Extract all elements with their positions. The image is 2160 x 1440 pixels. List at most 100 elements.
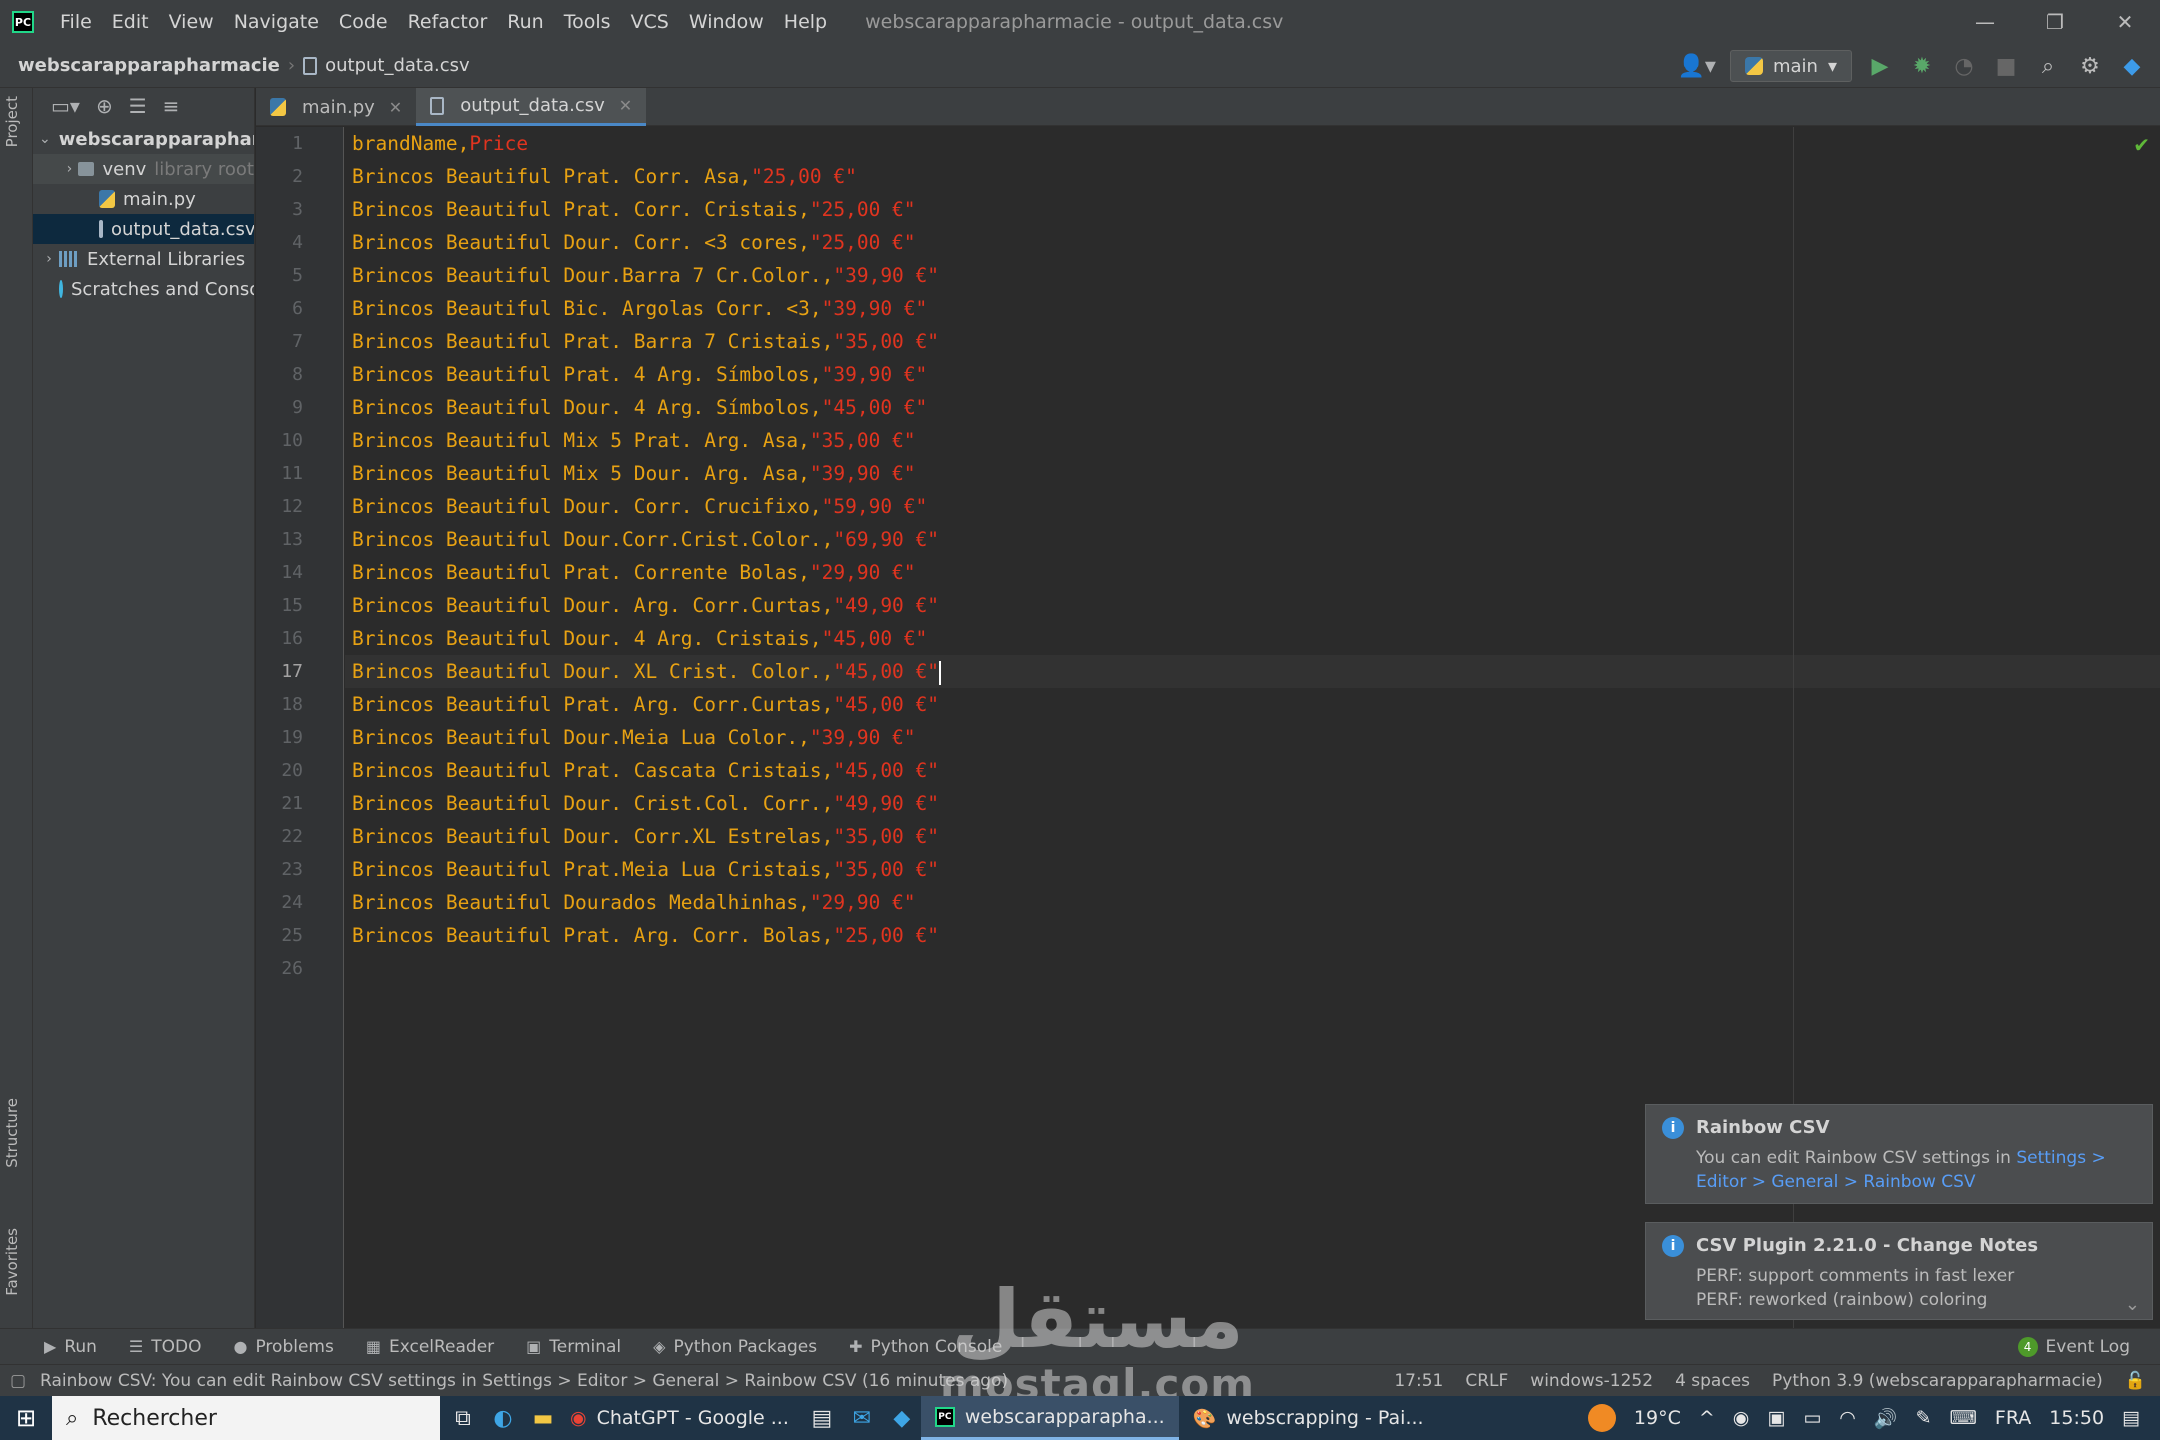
keyboard-icon[interactable]: ⌨: [1949, 1407, 1976, 1429]
taskbar-search[interactable]: ⌕ Rechercher: [52, 1396, 440, 1440]
file-explorer-icon[interactable]: ▬: [530, 1406, 556, 1431]
user-icon[interactable]: 👤▾: [1678, 54, 1716, 79]
status-message[interactable]: Rainbow CSV: You can edit Rainbow CSV se…: [40, 1371, 1008, 1391]
battery-icon[interactable]: ▭: [1803, 1407, 1821, 1429]
notification-csv-plugin[interactable]: i CSV Plugin 2.21.0 - Change Notes PERF:…: [1645, 1222, 2153, 1320]
expand-all-icon[interactable]: ☰: [129, 94, 147, 118]
close-window-button[interactable]: ✕: [2090, 0, 2160, 44]
tool-tab-excelreader[interactable]: ▦ ExcelReader: [350, 1337, 510, 1357]
code-line[interactable]: Brincos Beautiful Prat.Meia Lua Cristais…: [345, 853, 2160, 886]
collapse-all-icon[interactable]: ≡: [163, 94, 180, 118]
code-line[interactable]: Brincos Beautiful Prat. Arg. Corr. Bolas…: [345, 919, 2160, 952]
code-line[interactable]: Brincos Beautiful Prat. Corr. Cristais,"…: [345, 193, 2160, 226]
tool-tab-terminal[interactable]: ▣ Terminal: [510, 1337, 637, 1357]
pen-icon[interactable]: ✎: [1916, 1407, 1932, 1429]
notifications-icon[interactable]: ▤: [2122, 1407, 2140, 1429]
meet-icon[interactable]: ▣: [1767, 1407, 1785, 1429]
stop-icon[interactable]: ■: [1992, 54, 2020, 79]
code-line[interactable]: Brincos Beautiful Prat. Corrente Bolas,"…: [345, 556, 2160, 589]
debug-icon[interactable]: ✹: [1908, 54, 1936, 79]
tree-root[interactable]: ⌄ webscarapparapharmacie: [33, 124, 254, 154]
menu-run[interactable]: Run: [497, 0, 553, 44]
mail-icon[interactable]: ✉: [849, 1406, 875, 1431]
code-line[interactable]: Brincos Beautiful Dour. Arg. Corr.Curtas…: [345, 589, 2160, 622]
store-icon[interactable]: ▤: [809, 1406, 835, 1431]
toggle-tool-windows-icon[interactable]: ▢: [10, 1371, 26, 1391]
close-icon[interactable]: ✕: [619, 96, 632, 115]
taskbar-chrome[interactable]: ◉ ChatGPT - Google ...: [556, 1396, 803, 1440]
no-problems-check-icon[interactable]: ✔: [2133, 133, 2150, 157]
weather-icon[interactable]: [1587, 1404, 1616, 1432]
search-icon[interactable]: ⌕: [2034, 54, 2062, 79]
chevron-down-icon[interactable]: ⌄: [2125, 1294, 2140, 1315]
code-line[interactable]: Brincos Beautiful Dour. Corr. Crucifixo,…: [345, 490, 2160, 523]
close-icon[interactable]: ✕: [389, 98, 402, 117]
indent-setting[interactable]: 4 spaces: [1675, 1371, 1750, 1391]
code-line[interactable]: Brincos Beautiful Dour.Meia Lua Color.,"…: [345, 721, 2160, 754]
code-line[interactable]: Brincos Beautiful Dourados Medalhinhas,"…: [345, 886, 2160, 919]
run-config-selector[interactable]: main ▾: [1729, 50, 1852, 82]
tool-tab-todo[interactable]: ☰ TODO: [113, 1337, 218, 1357]
project-tool-tab[interactable]: Project: [3, 96, 21, 147]
python-interpreter[interactable]: Python 3.9 (webscarapparapharmacie): [1772, 1371, 2103, 1391]
menu-window[interactable]: Window: [679, 0, 774, 44]
tool-tab-run[interactable]: ▶ Run: [0, 1337, 113, 1357]
caret-position[interactable]: 17:51: [1394, 1371, 1443, 1391]
breadcrumb-project[interactable]: webscarapparapharmacie: [18, 55, 280, 76]
event-log-button[interactable]: 4 Event Log: [2017, 1336, 2130, 1357]
volume-icon[interactable]: 🔊: [1874, 1407, 1898, 1430]
taskbar-paint[interactable]: 🎨 webscrapping - Pai...: [1179, 1396, 1438, 1440]
vscode-icon[interactable]: ◆: [889, 1406, 915, 1431]
code-line[interactable]: Brincos Beautiful Dour. 4 Arg. Cristais,…: [345, 622, 2160, 655]
code-line[interactable]: Brincos Beautiful Dour. 4 Arg. Símbolos,…: [345, 391, 2160, 424]
menu-file[interactable]: File: [50, 0, 102, 44]
code-line[interactable]: Brincos Beautiful Dour. XL Crist. Color.…: [345, 655, 2160, 688]
structure-tool-tab[interactable]: Structure: [3, 1098, 21, 1168]
code-line[interactable]: Brincos Beautiful Prat. Arg. Corr.Curtas…: [345, 688, 2160, 721]
line-separator[interactable]: CRLF: [1465, 1371, 1508, 1391]
code-line[interactable]: Brincos Beautiful Mix 5 Prat. Arg. Asa,"…: [345, 424, 2160, 457]
code-line[interactable]: Brincos Beautiful Mix 5 Dour. Arg. Asa,"…: [345, 457, 2160, 490]
tool-tab-problems[interactable]: ● Problems: [218, 1337, 350, 1357]
menu-navigate[interactable]: Navigate: [224, 0, 329, 44]
locate-icon[interactable]: ⊕: [96, 94, 113, 118]
menu-code[interactable]: Code: [329, 0, 398, 44]
menu-help[interactable]: Help: [774, 0, 837, 44]
tree-external-libraries[interactable]: › External Libraries: [33, 244, 254, 274]
breadcrumb-file[interactable]: output_data.csv: [303, 55, 470, 76]
menu-tools[interactable]: Tools: [554, 0, 621, 44]
menu-view[interactable]: View: [159, 0, 224, 44]
clock-time[interactable]: 15:50: [2049, 1407, 2104, 1429]
notification-rainbow-csv[interactable]: i Rainbow CSV You can edit Rainbow CSV s…: [1645, 1104, 2153, 1204]
minimize-button[interactable]: —: [1950, 0, 2020, 44]
code-line[interactable]: Brincos Beautiful Prat. Corr. Asa,"25,00…: [345, 160, 2160, 193]
code-line[interactable]: Brincos Beautiful Dour. Crist.Col. Corr.…: [345, 787, 2160, 820]
updates-icon[interactable]: ◆: [2118, 54, 2146, 79]
favorites-tool-tab[interactable]: Favorites: [3, 1228, 21, 1296]
taskbar-pycharm[interactable]: PC webscarapparapha...: [920, 1396, 1179, 1440]
code-line[interactable]: Brincos Beautiful Dour.Barra 7 Cr.Color.…: [345, 259, 2160, 292]
code-line[interactable]: [345, 952, 2160, 985]
tree-venv[interactable]: › venv library root: [33, 154, 254, 184]
tree-output-csv[interactable]: output_data.csv: [33, 214, 254, 244]
edge-icon[interactable]: ◐: [490, 1406, 516, 1431]
code-line[interactable]: Brincos Beautiful Prat. 4 Arg. Símbolos,…: [345, 358, 2160, 391]
windows-start-icon[interactable]: ⊞: [0, 1404, 52, 1432]
weather-temp[interactable]: 19°C: [1634, 1407, 1681, 1429]
menu-vcs[interactable]: VCS: [621, 0, 679, 44]
code-line[interactable]: Brincos Beautiful Dour. Corr. <3 cores,"…: [345, 226, 2160, 259]
code-line[interactable]: Brincos Beautiful Bic. Argolas Corr. <3,…: [345, 292, 2160, 325]
restore-button[interactable]: ❐: [2020, 0, 2090, 44]
input-language[interactable]: FRA: [1995, 1407, 2031, 1429]
task-view-icon[interactable]: ⧉: [450, 1406, 476, 1431]
tool-tab-python-packages[interactable]: ◈ Python Packages: [637, 1337, 833, 1357]
wifi-icon[interactable]: ◠: [1839, 1407, 1856, 1429]
gear-icon[interactable]: ⚙: [2076, 54, 2104, 79]
code-line[interactable]: Brincos Beautiful Dour. Corr.XL Estrelas…: [345, 820, 2160, 853]
lock-icon[interactable]: 🔓: [2125, 1371, 2146, 1391]
tab-main-py[interactable]: main.py ✕: [256, 88, 416, 126]
tab-output-csv[interactable]: output_data.csv ✕: [416, 88, 647, 126]
tree-main-py[interactable]: main.py: [33, 184, 254, 214]
menu-edit[interactable]: Edit: [102, 0, 159, 44]
view-mode-icon[interactable]: ▭▾: [51, 94, 80, 118]
